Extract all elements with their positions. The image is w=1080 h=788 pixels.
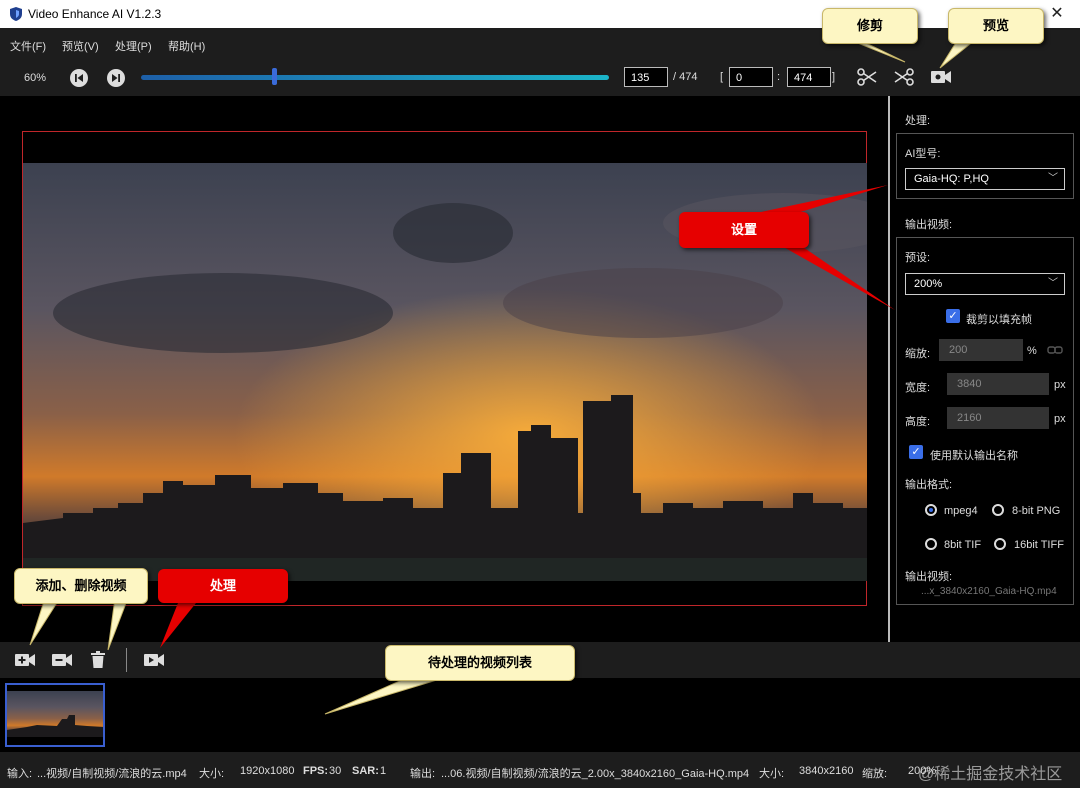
watermark: @稀土掘金技术社区 <box>918 766 1063 783</box>
preview-camera-icon[interactable] <box>930 69 952 85</box>
height-unit: px <box>1054 413 1066 425</box>
range-start-input[interactable]: 0 <box>729 67 773 87</box>
default-name-label: 使用默认输出名称 <box>930 450 1018 462</box>
total-frames-label: / 474 <box>673 71 698 83</box>
status-size-value: 1920x1080 <box>240 765 295 777</box>
prev-frame-button[interactable] <box>70 69 88 87</box>
format-8bit-tif-radio[interactable] <box>925 538 937 550</box>
menu-preview[interactable]: 预览(V) <box>62 38 99 54</box>
playback-control-bar: 60% 135 / 474 [ 0 : 474 ] <box>0 60 1080 96</box>
menu-file[interactable]: 文件(F) <box>10 38 46 54</box>
chevron-down-icon: ﹀ <box>1048 278 1058 289</box>
callout-trim: 修剪 <box>822 8 918 44</box>
output-section-title: 输出视频: <box>905 219 953 231</box>
height-input[interactable]: 2160 <box>947 407 1049 429</box>
range-separator: : <box>777 71 781 83</box>
trash-icon[interactable] <box>90 651 106 669</box>
toolbar-separator <box>126 648 127 672</box>
height-label: 高度: <box>905 416 931 428</box>
queue-video-thumbnail[interactable] <box>5 683 105 747</box>
current-frame-input[interactable]: 135 <box>624 67 668 87</box>
format-8bit-png-label: 8-bit PNG <box>1012 505 1061 517</box>
skip-back-icon <box>75 74 83 82</box>
width-input[interactable]: 3840 <box>947 373 1049 395</box>
ai-model-select[interactable]: Gaia-HQ: P,HQ ﹀ <box>905 168 1065 190</box>
format-mpeg4-radio[interactable] <box>925 504 937 516</box>
range-close-bracket: ] <box>832 71 836 83</box>
crop-fill-checkbox[interactable]: ✓ <box>946 309 960 323</box>
skip-forward-icon <box>112 74 120 82</box>
format-mpeg4-label: mpeg4 <box>944 505 978 517</box>
ai-model-group: AI型号: Gaia-HQ: P,HQ ﹀ <box>896 133 1074 199</box>
link-aspect-icon[interactable] <box>1047 344 1063 356</box>
window-title: Video Enhance AI V1.2.3 <box>28 7 162 21</box>
scissors-icon[interactable] <box>856 67 878 87</box>
status-input-label: 输入: <box>7 768 33 780</box>
range-open-bracket: [ <box>720 71 724 83</box>
format-16bit-tiff-label: 16bit TIFF <box>1014 539 1064 551</box>
trim-cut-icon[interactable] <box>893 67 915 87</box>
menu-help[interactable]: 帮助(H) <box>168 38 205 54</box>
menu-process[interactable]: 处理(P) <box>115 38 152 54</box>
callout-process: 处理 <box>158 569 288 603</box>
video-queue-list <box>0 678 1080 752</box>
callout-settings: 设置 <box>679 212 809 248</box>
zoom-level[interactable]: 60% <box>24 72 46 84</box>
callout-queue: 待处理的视频列表 <box>385 645 575 681</box>
menu-bar: 文件(F) 预览(V) 处理(P) 帮助(H) <box>0 28 1080 60</box>
timeline-slider-thumb[interactable] <box>272 68 278 85</box>
status-size-label: 大小: <box>199 768 225 780</box>
preset-label: 预设: <box>905 252 931 264</box>
chevron-down-icon: ﹀ <box>1048 173 1058 184</box>
range-end-input[interactable]: 474 <box>787 67 831 87</box>
width-label: 宽度: <box>905 382 931 394</box>
scale-unit: % <box>1027 345 1037 357</box>
panel-divider[interactable] <box>888 96 890 642</box>
scale-label: 缩放: <box>905 348 931 360</box>
status-fps-label: FPS: <box>303 765 329 777</box>
crop-fill-label: 裁剪以填充帧 <box>966 314 1032 326</box>
format-8bit-png-radio[interactable] <box>992 504 1004 516</box>
remove-video-icon[interactable] <box>51 652 73 668</box>
ai-model-value: Gaia-HQ: P,HQ <box>914 173 989 185</box>
status-sar-value: 1 <box>380 765 387 777</box>
default-name-checkbox[interactable]: ✓ <box>909 445 923 459</box>
format-16bit-tiff-radio[interactable] <box>994 538 1006 550</box>
ai-model-label: AI型号: <box>905 148 941 160</box>
callout-add-remove: 添加、删除视频 <box>14 568 148 604</box>
status-output-label: 输出: <box>410 768 436 780</box>
status-fps-value: 30 <box>329 765 342 777</box>
status-out-size-label: 大小: <box>759 768 785 780</box>
format-label: 输出格式: <box>905 479 953 491</box>
format-8bit-tif-label: 8bit TIF <box>944 539 982 551</box>
status-input-value: ...视频/自制视频/流浪的云.mp4 <box>37 768 187 780</box>
callout-preview: 预览 <box>948 8 1044 44</box>
width-unit: px <box>1054 379 1066 391</box>
timeline-slider[interactable] <box>141 75 609 80</box>
status-out-size-value: 3840x2160 <box>799 765 854 777</box>
close-window-button[interactable]: ✕ <box>1046 3 1068 25</box>
process-video-icon[interactable] <box>143 652 165 668</box>
status-scale-label: 缩放: <box>862 768 888 780</box>
status-output-value: ...06.视频/自制视频/流浪的云_2.00x_3840x2160_Gaia-… <box>441 768 750 780</box>
next-frame-button[interactable] <box>107 69 125 87</box>
status-sar-label: SAR: <box>352 765 379 777</box>
title-bar: Video Enhance AI V1.2.3 ✕ <box>0 0 1080 28</box>
output-file-label: 输出视频: <box>905 571 953 583</box>
preset-select[interactable]: 200% ﹀ <box>905 273 1065 295</box>
process-section-title: 处理: <box>905 115 931 127</box>
output-file-name: ...x_3840x2160_Gaia-HQ.mp4 <box>921 586 1057 597</box>
app-logo-icon <box>10 7 22 21</box>
scale-input[interactable]: 200 <box>939 339 1023 361</box>
output-settings-group: 预设: 200% ﹀ ✓ 裁剪以填充帧 缩放: 200 % 宽度: 3840 p… <box>896 237 1074 605</box>
preset-value: 200% <box>914 278 943 290</box>
add-video-icon[interactable] <box>14 652 36 668</box>
